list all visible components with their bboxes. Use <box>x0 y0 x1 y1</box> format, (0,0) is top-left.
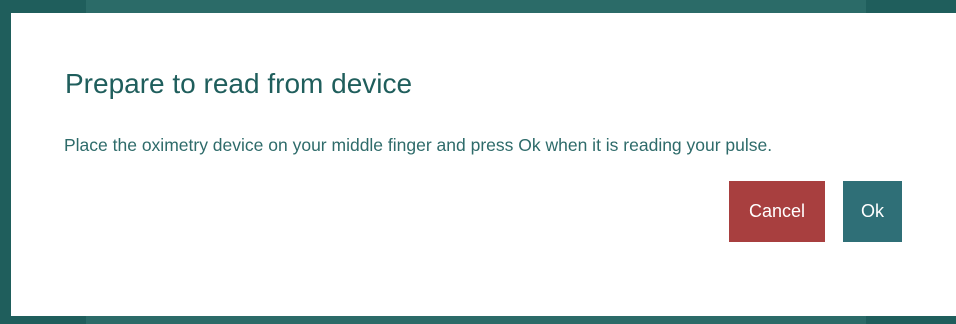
modal-dialog: Prepare to read from device Place the ox… <box>11 13 956 316</box>
page-backdrop: Prepare to read from device Place the ox… <box>0 0 956 324</box>
dialog-title: Prepare to read from device <box>65 68 413 99</box>
dialog-message: Place the oximetry device on your middle… <box>64 135 773 155</box>
ok-button[interactable]: Ok <box>843 181 902 242</box>
cancel-button[interactable]: Cancel <box>729 181 825 242</box>
